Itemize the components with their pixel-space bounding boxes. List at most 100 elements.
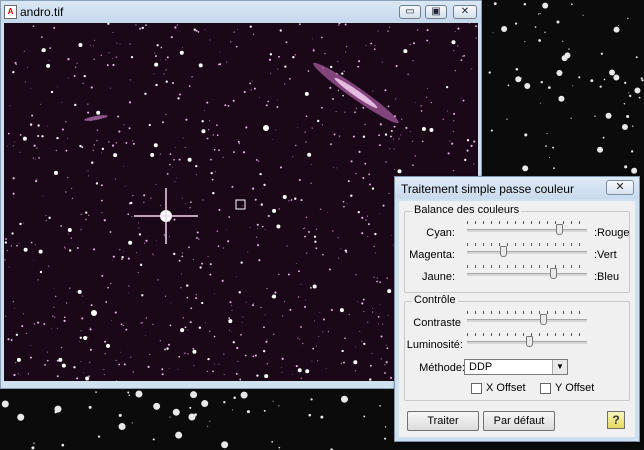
slider-thumb[interactable] [550, 268, 558, 279]
star [214, 363, 216, 365]
image-window-titlebar[interactable]: A andro.tif ▭ ▣ ✕ [1, 1, 481, 23]
star [218, 363, 220, 365]
background-star [189, 406, 192, 409]
color-processing-dialog[interactable]: Traitement simple passe couleur ✕ Balanc… [394, 176, 640, 442]
star [209, 273, 212, 276]
star [53, 170, 58, 175]
star [387, 105, 390, 108]
y-offset-checkbox[interactable] [540, 383, 551, 394]
star [452, 130, 454, 132]
star [169, 324, 172, 327]
star [85, 218, 87, 221]
star [179, 50, 184, 55]
slider-thumb[interactable] [500, 246, 507, 257]
star [445, 85, 449, 89]
star [64, 248, 66, 250]
cyan-rouge-slider[interactable] [467, 221, 587, 235]
jaune-bleu-slider[interactable] [467, 265, 587, 279]
slider-thumb[interactable] [526, 336, 534, 347]
luminosite-slider[interactable] [467, 333, 587, 347]
background-star [172, 408, 180, 416]
close-icon[interactable]: ✕ [606, 180, 634, 195]
star [189, 321, 192, 324]
contraste-slider[interactable] [467, 311, 587, 325]
star [251, 80, 253, 82]
help-icon[interactable]: ? [607, 411, 625, 429]
star [193, 365, 195, 367]
star [427, 87, 429, 89]
star [281, 315, 284, 317]
star [356, 301, 358, 303]
background-star [641, 79, 644, 82]
star [364, 123, 366, 126]
star [67, 233, 69, 235]
dialog-titlebar[interactable]: Traitement simple passe couleur ✕ [395, 177, 639, 199]
maximize-icon[interactable]: ▣ [425, 5, 447, 19]
slider-track [467, 273, 587, 276]
background-star [594, 115, 596, 117]
background-star [501, 25, 508, 32]
star [449, 140, 451, 142]
star [139, 27, 142, 30]
background-star [628, 92, 630, 94]
star [80, 229, 82, 231]
star [180, 328, 185, 333]
slider-thumb[interactable] [556, 224, 564, 235]
star [140, 322, 142, 324]
traiter-button[interactable]: Traiter [407, 411, 479, 431]
star [355, 107, 358, 110]
star [199, 266, 202, 269]
star [155, 83, 158, 87]
star [330, 65, 333, 69]
star [189, 206, 191, 209]
star [333, 133, 336, 136]
star [11, 232, 14, 235]
star [241, 321, 243, 323]
star [312, 48, 314, 50]
magenta-vert-slider[interactable] [467, 243, 587, 257]
star [30, 345, 32, 347]
background-star [534, 26, 537, 28]
star [132, 371, 135, 373]
star [74, 103, 77, 107]
star [204, 29, 206, 31]
star [184, 146, 186, 149]
star [315, 228, 318, 231]
star [187, 353, 189, 355]
star [368, 173, 371, 176]
star [395, 98, 397, 100]
star [337, 60, 339, 62]
star [453, 120, 455, 122]
star [464, 158, 467, 162]
star [92, 149, 95, 152]
star [297, 368, 302, 373]
star [222, 156, 224, 158]
slider-thumb[interactable] [539, 314, 547, 325]
dropdown-arrow-icon[interactable]: ▼ [552, 360, 567, 374]
star [260, 203, 263, 206]
star [217, 245, 220, 248]
star [193, 28, 196, 31]
star [332, 98, 334, 100]
background-star [634, 87, 641, 94]
close-icon[interactable]: ✕ [453, 5, 477, 19]
star [244, 354, 247, 357]
star [153, 73, 155, 75]
star [265, 340, 268, 343]
star [76, 247, 79, 249]
star [32, 157, 35, 159]
star [209, 330, 211, 333]
par-defaut-button[interactable]: Par défaut [483, 411, 555, 431]
methode-select[interactable]: DDP ▼ [464, 359, 568, 375]
star [128, 101, 132, 104]
minimize-icon[interactable]: ▭ [399, 5, 421, 19]
star [355, 172, 357, 175]
star [312, 347, 315, 350]
star [204, 322, 206, 323]
x-offset-checkbox[interactable] [471, 383, 482, 394]
star [121, 256, 124, 259]
star [73, 75, 76, 77]
star [104, 353, 106, 355]
star [10, 245, 13, 247]
star [103, 374, 105, 376]
